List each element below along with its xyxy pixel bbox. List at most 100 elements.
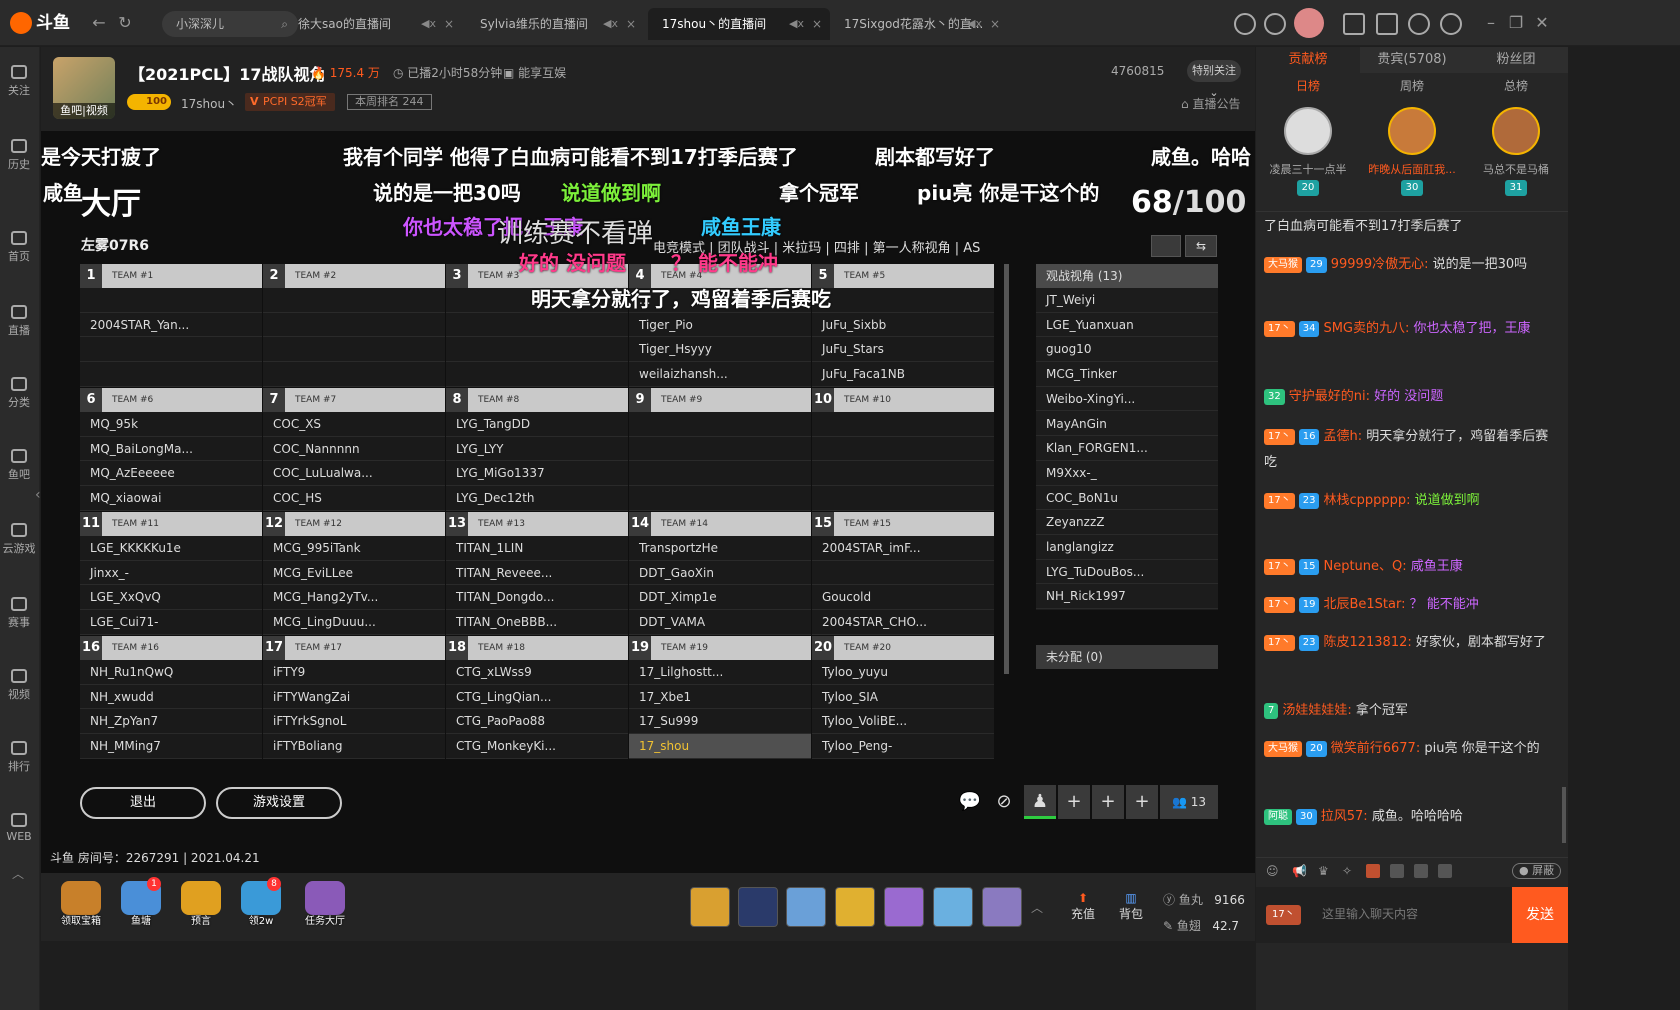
player-slot[interactable] (812, 412, 994, 437)
filter-icon[interactable] (1414, 864, 1428, 878)
gift-card-icon[interactable] (835, 887, 875, 927)
player-slot[interactable]: COC_Nannnnn (263, 436, 445, 462)
player-slot[interactable] (812, 486, 994, 511)
player-slot[interactable]: Tyloo_VoliBE... (812, 709, 994, 735)
gift-rocket-icon[interactable] (690, 887, 730, 927)
player-slot[interactable]: TransportzHe (629, 536, 811, 561)
player-slot[interactable] (629, 486, 811, 511)
player-slot[interactable]: LYG_Dec12th (446, 486, 628, 511)
player-slot[interactable]: NH_MMing7 (80, 734, 262, 759)
chat-message[interactable]: 17丶 23 陈皮1213812: 好家伙，剧本都写好了 (1264, 630, 1560, 656)
star-icon[interactable]: ✧ (1342, 864, 1352, 878)
nav-category[interactable]: 分类 (0, 377, 38, 410)
player-slot[interactable]: 2004STAR_imF... (812, 536, 994, 561)
player-slot[interactable]: CTG_xLWss9 (446, 660, 628, 685)
chevron-up-icon[interactable]: ︿ (12, 865, 24, 882)
player-slot-icon[interactable]: ♟ (1024, 785, 1056, 819)
user-avatar[interactable] (1294, 8, 1324, 38)
spectator-row[interactable]: MCG_Tinker (1036, 362, 1218, 387)
player-slot[interactable]: DDT_VAMA (629, 610, 811, 635)
close-icon[interactable]: × (990, 8, 1000, 40)
notice-link[interactable]: ⌂ 直播公告 (1181, 95, 1240, 112)
subtab-total[interactable]: 总榜 (1464, 75, 1568, 97)
recharge-button[interactable]: ⬆ 充值 (1063, 891, 1103, 922)
chat-message[interactable]: 17丶 15 Neptune、Q: 咸鱼王康 (1264, 554, 1560, 580)
spectator-row[interactable]: Klan_FORGEN1... (1036, 436, 1218, 461)
player-slot[interactable]: LYG_TangDD (446, 412, 628, 437)
add-slot-button[interactable]: + (1092, 785, 1124, 819)
chat-username[interactable]: 99999冷傲无心: (1331, 257, 1429, 272)
weekly-rank[interactable]: 本周排名 244 (347, 94, 432, 110)
tab-1[interactable]: 徐大sao的直播间 ◀x × (284, 8, 462, 40)
player-slot[interactable] (80, 362, 262, 387)
team-header[interactable]: 11 TEAM #11 (80, 512, 262, 536)
rank-entry-1[interactable]: 凌晨三十一点半 20 (1256, 107, 1360, 196)
spectator-row[interactable]: Weibo-XingYi... (1036, 387, 1218, 412)
spectator-row[interactable]: LGE_Yuanxuan (1036, 313, 1218, 338)
shirt-icon[interactable] (1376, 13, 1398, 35)
emoji-icon[interactable]: ☺ (1266, 864, 1279, 878)
chat-bubble-icon[interactable]: 💬 (954, 785, 986, 819)
player-slot[interactable]: 2004STAR_CHO... (812, 610, 994, 635)
douyu-logo[interactable]: 斗鱼 (10, 10, 72, 36)
player-slot[interactable]: DDT_Ximp1e (629, 585, 811, 611)
nav-home[interactable]: 首页 (0, 231, 38, 264)
player-slot[interactable]: MQ_95k (80, 412, 262, 437)
backpack-button[interactable]: ▥ 背包 (1111, 891, 1151, 922)
grid-scrollbar[interactable] (1004, 264, 1009, 674)
gift-plane-icon[interactable] (738, 887, 778, 927)
player-slot[interactable]: JuFu_Faca1NB (812, 362, 994, 387)
player-slot[interactable]: Tyloo_Peng- (812, 734, 994, 759)
team-header[interactable]: 18 TEAM #18 (446, 636, 628, 660)
follow-button[interactable]: 特别关注 ⌄ (1187, 60, 1241, 99)
fishpond-button[interactable]: 1 鱼塘 (113, 877, 169, 929)
player-slot[interactable]: MQ_xiaowai (80, 486, 262, 511)
chat-username[interactable]: 守护最好的ni: (1289, 389, 1370, 404)
player-slot[interactable] (629, 412, 811, 437)
spectator-row[interactable]: LYG_TuDouBos... (1036, 560, 1218, 585)
nav-follow[interactable]: 关注 (0, 65, 38, 98)
team-header[interactable]: 12 TEAM #12 (263, 512, 445, 536)
player-slot[interactable]: JuFu_Sixbb (812, 312, 994, 338)
player-slot[interactable]: Tiger_Pio (629, 312, 811, 338)
player-slot[interactable]: CTG_LingQian... (446, 684, 628, 710)
team-header[interactable]: 9 TEAM #9 (629, 388, 811, 412)
player-slot[interactable] (629, 436, 811, 462)
collapse-icon[interactable]: ‹ (35, 487, 41, 503)
history-icon[interactable] (1234, 13, 1256, 35)
nav-web[interactable]: WEB (0, 813, 38, 843)
hot-icon[interactable] (1438, 864, 1452, 878)
team-header[interactable]: 10 TEAM #10 (812, 388, 994, 412)
player-slot[interactable]: LGE_Cui71- (80, 610, 262, 635)
team-header[interactable]: 5 TEAM #5 (812, 264, 994, 288)
mute-icon[interactable]: ◀x (967, 8, 982, 40)
player-slot[interactable]: Tyloo_SIA (812, 684, 994, 710)
player-slot[interactable]: MCG_LingDuuu... (263, 610, 445, 635)
team-header[interactable]: 7 TEAM #7 (263, 388, 445, 412)
add-slot-button[interactable]: + (1126, 785, 1158, 819)
chat-message[interactable]: 了白血病可能看不到17打季后赛了 (1264, 214, 1560, 240)
close-icon[interactable]: × (626, 8, 636, 40)
subtab-daily[interactable]: 日榜 (1256, 75, 1360, 97)
player-slot[interactable]: LGE_KKKKKu1e (80, 536, 262, 561)
minimize-icon[interactable]: – (1480, 12, 1502, 34)
spectator-row[interactable]: COC_BoN1u (1036, 486, 1218, 511)
player-slot[interactable]: 17_Su999 (629, 709, 811, 735)
chat-message[interactable]: 大马猴 29 99999冷傲无心: 说的是一把30吗 (1264, 252, 1560, 278)
player-slot[interactable]: TITAN_Reveee... (446, 560, 628, 586)
player-slot[interactable] (812, 436, 994, 462)
close-icon[interactable]: × (812, 8, 822, 40)
mute-icon[interactable]: ◀x (789, 8, 804, 40)
swap-icon[interactable]: ⇆ (1185, 235, 1217, 257)
send-button[interactable]: 发送 (1512, 887, 1568, 943)
refresh-icon[interactable]: ↻ (114, 12, 136, 34)
message-icon[interactable] (1408, 13, 1430, 35)
exit-button[interactable]: 退出 (80, 787, 206, 819)
video-player[interactable]: 大厅 68/100 左雾07R6 电竞模式 | 团队战斗 | 米拉玛 | 四排 … (41, 131, 1255, 843)
chat-username[interactable]: 微笑前行6677: (1331, 741, 1420, 756)
subtab-weekly[interactable]: 周榜 (1360, 75, 1464, 97)
team-header[interactable]: 2 TEAM #2 (263, 264, 445, 288)
spectator-row[interactable]: langlangizz (1036, 535, 1218, 560)
player-slot[interactable] (812, 288, 994, 313)
team-header[interactable]: 14 TEAM #14 (629, 512, 811, 536)
